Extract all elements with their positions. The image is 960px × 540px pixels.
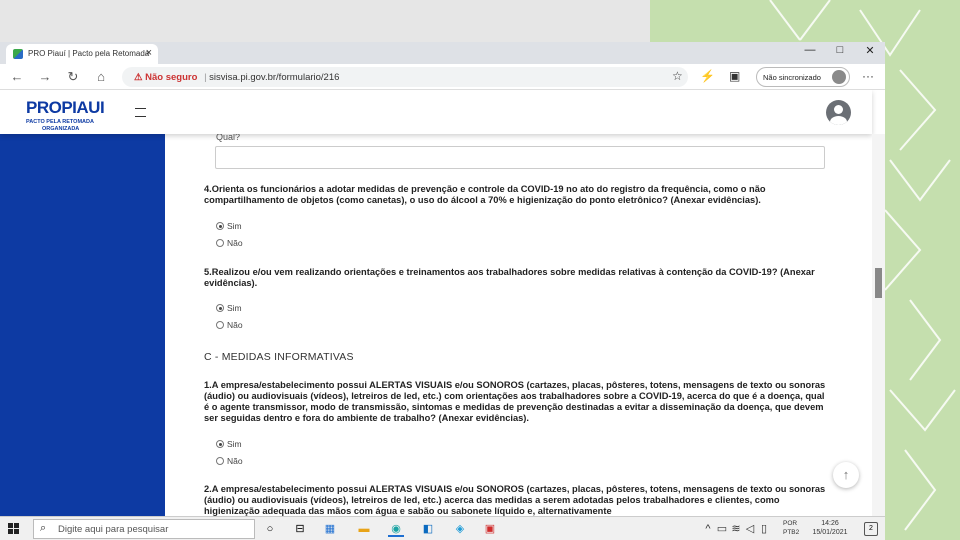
q5-option-no[interactable]: Não xyxy=(216,320,243,330)
clock-date: 15/01/2021 xyxy=(812,529,848,536)
sync-label: Não sincronizado xyxy=(763,73,821,82)
q5-option-yes[interactable]: Sim xyxy=(216,303,242,313)
url-field[interactable]: ⚠ Não seguro | sisvisa.pi.gov.br/formula… xyxy=(122,67,688,87)
maximize-button[interactable]: □ xyxy=(825,44,855,56)
q4-no-label: Não xyxy=(227,238,243,248)
radio-icon[interactable] xyxy=(216,321,224,329)
qual-label: Qual? xyxy=(216,134,241,142)
question-5: 5.Realizou e/ou vem realizando orientaçõ… xyxy=(204,267,815,288)
brand-subtitle-1: PACTO PELA RETOMADA xyxy=(26,119,94,125)
screen: PRO Piauí | Pacto pela Retomada × — □ ✕ … xyxy=(0,0,960,540)
c1-option-no[interactable]: Não xyxy=(216,456,243,466)
browser-tab[interactable]: PRO Piauí | Pacto pela Retomada × xyxy=(6,44,158,64)
taskbar-search-box[interactable]: ⌕ Digite aqui para pesquisar xyxy=(33,519,255,539)
app-icon[interactable]: ◈ xyxy=(452,521,468,537)
search-icon: ⌕ xyxy=(40,522,47,534)
windows-taskbar: ⌕ Digite aqui para pesquisar ○ ⊟ ▦ ▬ ◉ ◧… xyxy=(0,516,885,540)
browser-window: PRO Piauí | Pacto pela Retomada × — □ ✕ … xyxy=(0,42,885,516)
user-avatar-icon[interactable] xyxy=(826,100,851,125)
url-text: sisvisa.pi.gov.br/formulario/216 xyxy=(209,72,340,83)
forward-button[interactable]: → xyxy=(36,69,54,84)
brand-subtitle-2: ORGANIZADA xyxy=(42,126,80,132)
edge-browser-icon[interactable]: ◉ xyxy=(388,521,404,537)
propiaui-logo[interactable]: PROPIAUI PACTO PELA RETOMADA ORGANIZADA xyxy=(26,98,136,132)
file-explorer-icon[interactable]: ▬ xyxy=(356,521,372,537)
question-c1: 1.A empresa/estabelecimento possui ALERT… xyxy=(204,380,826,423)
tab-bar: PRO Piauí | Pacto pela Retomada × — □ ✕ xyxy=(0,42,885,64)
url-separator: | xyxy=(204,72,207,83)
close-window-button[interactable]: ✕ xyxy=(855,44,885,57)
reload-button[interactable]: ↻ xyxy=(64,69,82,85)
extensions-icon[interactable]: ⚡ xyxy=(700,69,715,83)
qual-input[interactable] xyxy=(215,146,825,169)
language-indicator[interactable]: POR PTB2 xyxy=(783,519,799,537)
brand-name: PROPIAUI xyxy=(26,98,105,117)
clock[interactable]: 14:26 15/01/2021 xyxy=(808,519,852,537)
form-content: Qual? 4.Orienta os funcionários a adotar… xyxy=(196,134,853,516)
battery-icon[interactable]: ▯ xyxy=(756,521,772,537)
lang-code: POR xyxy=(783,520,798,527)
menu-toggle-icon[interactable] xyxy=(135,108,146,117)
vertical-scrollbar[interactable] xyxy=(872,134,885,516)
address-bar-row: ← → ↻ ⌂ ⚠ Não seguro | sisvisa.pi.gov.br… xyxy=(0,64,885,90)
site-header: PROPIAUI PACTO PELA RETOMADA ORGANIZADA xyxy=(0,90,872,134)
q5-no-label: Não xyxy=(227,320,243,330)
sidebar-panel xyxy=(0,90,165,516)
c1-no-label: Não xyxy=(227,456,243,466)
q5-yes-label: Sim xyxy=(227,303,242,313)
radio-checked-icon[interactable] xyxy=(216,440,224,448)
keyboard-layout: PTB2 xyxy=(783,529,800,536)
c1-option-yes[interactable]: Sim xyxy=(216,439,242,449)
section-c-heading: C - MEDIDAS INFORMATIVAS xyxy=(204,351,354,363)
radio-icon[interactable] xyxy=(216,457,224,465)
arrow-up-icon: ↑ xyxy=(842,467,850,482)
notification-center-icon[interactable]: 2 xyxy=(864,522,878,536)
favicon-icon xyxy=(13,49,23,59)
question-4: 4.Orienta os funcionários a adotar medid… xyxy=(204,184,766,205)
outlook-icon[interactable]: ◧ xyxy=(420,521,436,537)
back-button[interactable]: ← xyxy=(8,69,26,84)
q4-option-yes[interactable]: Sim xyxy=(216,221,242,231)
profile-avatar-icon xyxy=(832,70,846,84)
collections-icon[interactable]: ▣ xyxy=(729,69,740,83)
minimize-button[interactable]: — xyxy=(795,44,825,56)
q4-option-no[interactable]: Não xyxy=(216,238,243,248)
microsoft-store-icon[interactable]: ▦ xyxy=(322,521,338,537)
question-c2: 2.A empresa/estabelecimento possui ALERT… xyxy=(204,484,826,516)
clock-time: 14:26 xyxy=(821,520,839,527)
profile-sync-button[interactable]: Não sincronizado xyxy=(756,67,850,87)
tab-close-icon[interactable]: × xyxy=(146,47,152,59)
c1-yes-label: Sim xyxy=(227,439,242,449)
home-button[interactable]: ⌂ xyxy=(92,69,110,84)
search-placeholder: Digite aqui para pesquisar xyxy=(58,524,169,535)
task-view-grid-icon[interactable]: ⊟ xyxy=(292,521,308,537)
scrollbar-thumb[interactable] xyxy=(875,268,882,298)
radio-checked-icon[interactable] xyxy=(216,222,224,230)
more-menu-icon[interactable]: ··· xyxy=(862,69,874,83)
scroll-to-top-button[interactable]: ↑ xyxy=(833,462,859,488)
pdf-reader-icon[interactable]: ▣ xyxy=(482,521,498,537)
favorite-star-icon[interactable]: ☆ xyxy=(672,69,683,83)
radio-checked-icon[interactable] xyxy=(216,304,224,312)
radio-icon[interactable] xyxy=(216,239,224,247)
windows-start-icon[interactable] xyxy=(8,523,20,535)
tab-title: PRO Piauí | Pacto pela Retomada xyxy=(28,49,150,58)
page-viewport: Qual? 4.Orienta os funcionários a adotar… xyxy=(0,90,885,516)
task-view-icon[interactable]: ○ xyxy=(262,521,278,537)
not-secure-label[interactable]: ⚠ Não seguro xyxy=(134,72,197,83)
q4-yes-label: Sim xyxy=(227,221,242,231)
